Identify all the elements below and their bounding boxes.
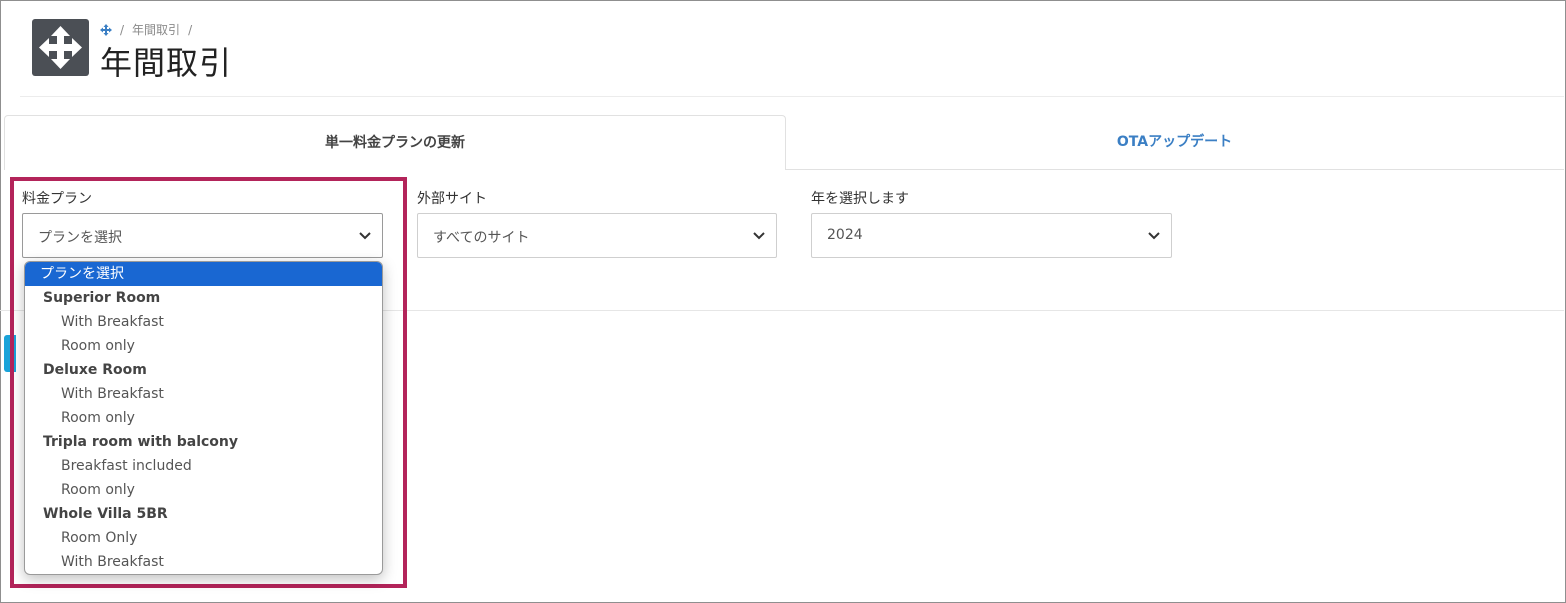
dropdown-group-label: Superior Room <box>43 290 161 306</box>
dropdown-group-label: Tripla room with balcony <box>43 434 239 450</box>
dropdown-group-label: Deluxe Room <box>43 362 147 378</box>
dropdown-option[interactable]: With Breakfast <box>25 310 382 334</box>
tab-label: 単一料金プランの更新 <box>325 135 465 151</box>
page-title: 年間取引 <box>100 44 233 82</box>
external-site-select-value: すべてのサイト <box>433 230 530 246</box>
dropdown-group-label: Whole Villa 5BR <box>43 506 168 522</box>
tab-single-rate-plan[interactable]: 単一料金プランの更新 <box>4 115 786 170</box>
year-label: 年を選択します <box>811 191 909 207</box>
dropdown-option[interactable]: With Breakfast <box>25 550 382 574</box>
tab-ota-update[interactable]: OTAアップデート <box>785 115 1564 170</box>
breadcrumb-separator: / <box>120 22 125 37</box>
tab-bar: 単一料金プランの更新 OTAアップデート <box>4 115 1564 170</box>
breadcrumb-separator: / <box>188 22 193 37</box>
dropdown-option[interactable]: With Breakfast <box>25 382 382 406</box>
dropdown-option[interactable]: Room Only <box>25 526 382 550</box>
tab-label: OTAアップデート <box>1116 134 1233 150</box>
chevron-down-icon <box>1148 232 1160 240</box>
dropdown-option[interactable]: Room only <box>25 478 382 502</box>
year-select-value: 2024 <box>827 227 863 243</box>
page-header: / 年間取引 / 年間取引 <box>20 0 1564 97</box>
year-select[interactable]: 2024 <box>811 213 1172 258</box>
external-site-select[interactable]: すべてのサイト <box>417 213 777 258</box>
move-arrows-icon[interactable] <box>100 23 112 36</box>
dropdown-option[interactable]: Breakfast included <box>25 454 382 478</box>
chevron-down-icon <box>753 232 765 240</box>
dropdown-option[interactable]: Room only <box>25 334 382 358</box>
move-arrows-icon <box>32 19 89 76</box>
dropdown-option[interactable]: Room only <box>25 406 382 430</box>
breadcrumb: / 年間取引 / <box>100 21 192 38</box>
rate-plan-dropdown-list[interactable]: プランを選択 Superior Room With Breakfast Room… <box>24 261 383 575</box>
dropdown-option-selected[interactable]: プランを選択 <box>25 262 382 286</box>
breadcrumb-item[interactable]: 年間取引 <box>132 21 180 38</box>
external-site-label: 外部サイト <box>417 191 487 207</box>
